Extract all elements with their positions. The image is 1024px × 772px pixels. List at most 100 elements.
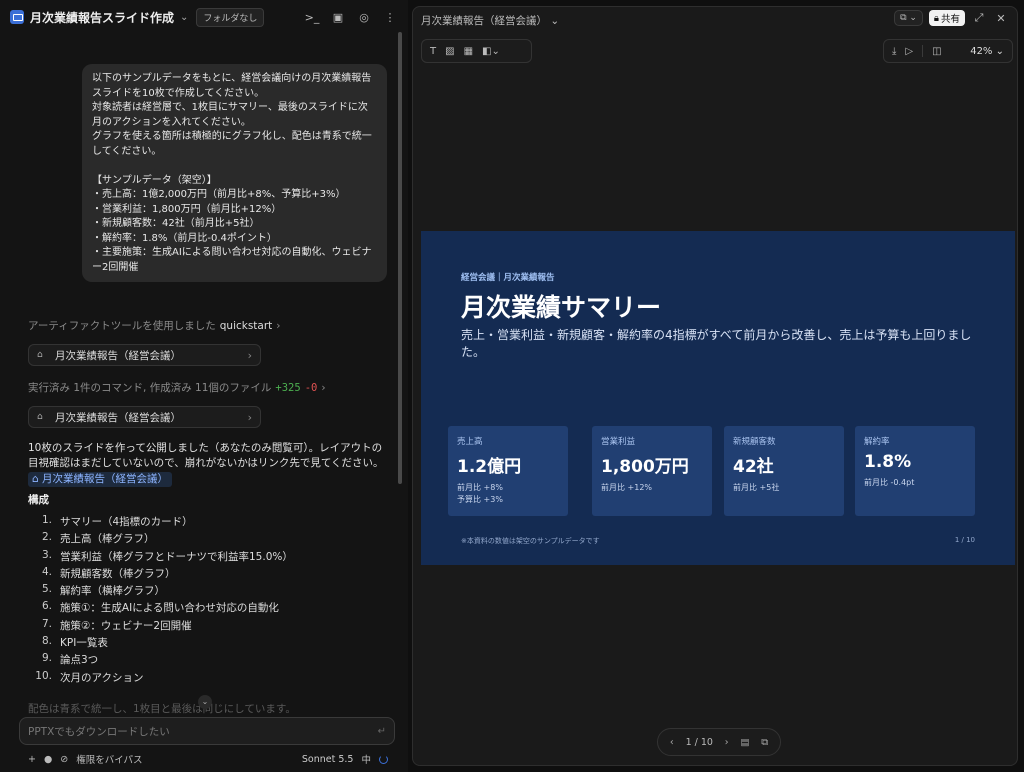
scrollbar[interactable] [398, 32, 402, 484]
kpi-label: 解約率 [864, 437, 890, 447]
chevron-down-icon: ⌄ [550, 15, 560, 27]
artifact-label: 月次業績報告（経営会議） [55, 411, 181, 424]
kpi-sub: 前月比 +12% [601, 483, 653, 492]
lines-added: +325 [275, 381, 301, 394]
user-message: 以下のサンプルデータをもとに、経営会議向けの月次業績報告 スライドを10枚で作成… [82, 64, 387, 282]
sidebar-toggle-icon[interactable]: ◫ [932, 46, 941, 57]
list-item: 1. サマリー（4指標のカード） [41, 514, 193, 528]
shape-tool-icon[interactable]: ◧⌄ [482, 46, 500, 57]
mic-icon[interactable]: ● [44, 754, 52, 765]
kpi-card-sales: 売上高 1.2億円 前月比 +8% 予算比 +3% [448, 426, 568, 516]
artifact-link[interactable]: ⌂ 月次業績報告（経営会議） [28, 472, 173, 487]
slide-subtitle: 売上・営業利益・新規顧客・解約率の4指標がすべて前月から改善し、売上は予算も上回… [461, 328, 972, 359]
permission-selector[interactable]: 権限をバイパス [76, 752, 142, 766]
image-tool-icon[interactable]: ▨ [445, 46, 454, 57]
chevron-down-icon[interactable]: ⌄ [180, 12, 188, 23]
response-text: 10枚のスライドを作って公開しました（あなたのみ閲覧可）。レイアウトの目視確認は… [28, 442, 384, 469]
edit-toolbar: T ▨ ▦ ◧⌄ [421, 39, 532, 63]
kpi-label: 新規顧客数 [733, 437, 776, 447]
table-tool-icon[interactable]: ▦ [464, 46, 473, 57]
scroll-down-icon[interactable]: ⌄ [198, 695, 212, 709]
kpi-card-operating-profit: 営業利益 1,800万円 前月比 +12% [592, 426, 712, 516]
tool-use-line[interactable]: アーティファクトツールを使用しました quickstart › [28, 318, 281, 333]
share-button[interactable]: 🔒︎ 共有 [928, 10, 965, 26]
kpi-value: 1.8% [864, 452, 912, 472]
pager-label: 1 / 10 [685, 736, 713, 748]
play-icon[interactable]: ▷ [905, 46, 913, 57]
panel-icon[interactable]: ▣ [330, 9, 346, 25]
list-item: 10. 次月のアクション [35, 669, 144, 684]
structure-list: 1. サマリー（4指標のカード） 2. 売上高（棒グラフ） 3. 営業利益（棒グラフと… [30, 514, 293, 687]
preview-title: 月次業績報告（経営会議） [421, 15, 547, 27]
list-item: 7. 施策②：ウェビナー2回開催 [41, 617, 192, 632]
chat-title[interactable]: 月次業績報告スライド作成 [30, 9, 174, 26]
close-icon[interactable]: ✕ [993, 10, 1009, 26]
kpi-card-churn-rate: 解約率 1.8% 前月比 -0.4pt [855, 426, 975, 516]
model-selector[interactable]: Sonnet 5.5 [302, 754, 354, 765]
composer-toolbar: + ● ⊘ 権限をバイパス Sonnet 5.5 中 [28, 752, 388, 766]
slide-eyebrow: 経営会議｜月次業績報告 [461, 273, 555, 283]
exec-summary: 実行済み 1件のコマンド, 作成済み 11個のファイル [28, 382, 272, 394]
assistant-response: 10枚のスライドを作って公開しました（あなたのみ閲覧可）。レイアウトの目視確認は… [28, 441, 388, 487]
kpi-sub: 前月比 -0.4pt [864, 478, 915, 487]
chevron-right-icon: › [276, 319, 281, 332]
list-item: 9. 論点3つ [41, 652, 99, 667]
more-icon[interactable]: ⋮ [382, 9, 398, 25]
preview-title-wrap[interactable]: 月次業績報告（経営会議） ⌄ [421, 13, 559, 28]
artifact-icon: ⌂ [37, 350, 43, 360]
faded-text: 配色は青系で統一し、1枚目と最後は同じにしています。 [28, 703, 296, 715]
tool-use-name: quickstart [219, 319, 273, 332]
tool-use-prefix: アーティファクトツールを使用しました [28, 320, 216, 332]
list-item: 8. KPI一覧表 [41, 635, 108, 650]
list-item: 2. 売上高（棒グラフ） [41, 531, 155, 546]
link-icon: ⌂ [32, 473, 43, 485]
copy-icon[interactable]: ⧉ [761, 737, 768, 748]
chevron-right-icon: › [247, 410, 252, 424]
lock-icon: 🔒︎ [933, 12, 939, 24]
message-input-text: PPTXでもダウンロードしたい [28, 725, 170, 738]
list-item: 5. 解約率（横棒グラフ） [41, 583, 165, 598]
globe-icon[interactable]: ◎ [356, 9, 372, 25]
slide-page-number: 1 / 10 [954, 536, 975, 544]
folder-badge[interactable]: フォルダなし [196, 7, 265, 27]
zoom-selector[interactable]: 42% ⌄ [970, 46, 1004, 57]
plus-icon[interactable]: + [28, 754, 36, 765]
message-input[interactable]: PPTXでもダウンロードしたい ↵ [19, 717, 395, 745]
loading-spinner-icon [379, 754, 388, 764]
list-item: 6. 施策①：生成AIによる問い合わせ対応の自動化 [41, 600, 279, 615]
artifact-card[interactable]: ⌂ 月次業績報告（経営会議） › [28, 406, 261, 428]
prev-slide-icon[interactable]: ‹ [670, 737, 674, 748]
download-icon[interactable]: ⤓ [892, 46, 896, 57]
slide-canvas[interactable]: 経営会議｜月次業績報告 月次業績サマリー 売上・営業利益・新規顧客・解約率の4指… [421, 231, 1015, 565]
chat-header: 月次業績報告スライド作成 ⌄ フォルダなし >_ ▣ ◎ ⋮ [0, 0, 408, 34]
text-tool-icon[interactable]: T [430, 46, 436, 57]
permission-icon[interactable]: ⊘ [60, 754, 68, 765]
kpi-sub: 前月比 +5社 [733, 483, 780, 492]
kpi-card-new-customers: 新規顧客数 42社 前月比 +5社 [724, 426, 844, 516]
terminal-icon[interactable]: >_ [304, 9, 320, 25]
expand-icon[interactable]: ⤢ [971, 10, 987, 26]
slide-footnote: ※本資料の数値は架空のサンプルデータです [461, 537, 600, 545]
book-icon[interactable]: ▤ [740, 737, 749, 748]
send-icon[interactable]: ↵ [378, 726, 386, 737]
copy-menu-button[interactable]: ⧉ ⌄ [894, 10, 923, 26]
view-toolbar: ⤓ ▷ ◫ 42% ⌄ [883, 39, 1013, 63]
chevron-right-icon: › [321, 381, 326, 394]
preview-panel: 月次業績報告（経営会議） ⌄ ⧉ ⌄ 🔒︎ 共有 ⤢ ✕ T ▨ ▦ ◧⌄ ⤓ ▷… [412, 6, 1018, 766]
laptop-icon [10, 10, 24, 24]
list-item: 3. 営業利益（棒グラフとドーナツで利益率15.0%） [41, 548, 293, 563]
chat-panel: 月次業績報告スライド作成 ⌄ フォルダなし >_ ▣ ◎ ⋮ 以下のサンプルデー… [0, 0, 408, 772]
structure-heading: 構成 [28, 494, 49, 506]
exec-summary-line[interactable]: 実行済み 1件のコマンド, 作成済み 11個のファイル +325 -0 › [28, 380, 326, 395]
divider [922, 45, 924, 57]
list-item: 4. 新規顧客数（棒グラフ） [41, 565, 176, 580]
artifact-card[interactable]: ⌂ 月次業績報告（経営会議） › [28, 344, 261, 366]
artifact-icon: ⌂ [37, 412, 43, 422]
zoom-level: 42% [970, 45, 993, 57]
effort-selector[interactable]: 中 [361, 752, 371, 766]
slide-pager: ‹ 1 / 10 › ▤ ⧉ [657, 728, 781, 756]
kpi-value: 1,800万円 [601, 457, 689, 477]
kpi-sub: 前月比 +8% 予算比 +3% [457, 483, 503, 504]
next-slide-icon[interactable]: › [725, 737, 729, 748]
kpi-label: 売上高 [457, 437, 483, 447]
